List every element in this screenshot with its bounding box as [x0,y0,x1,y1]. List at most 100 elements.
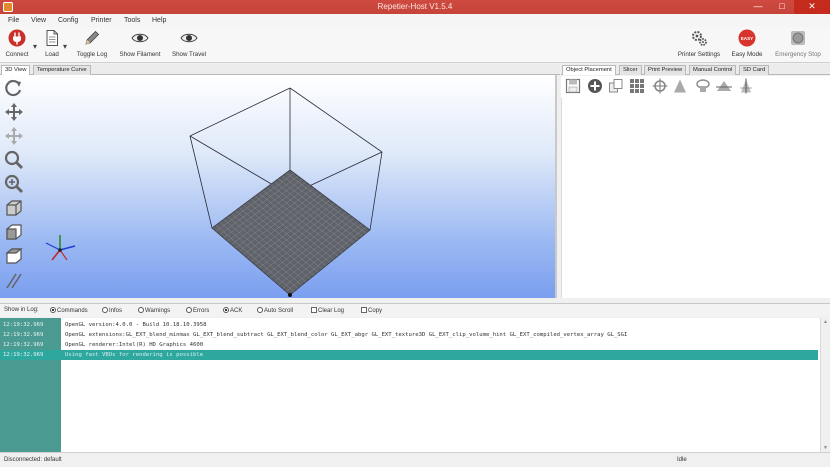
commands-radio-icon [50,307,56,313]
log-message: OpenGL version:4.0.0 - Build 10.18.10.39… [65,322,207,328]
menu-printer[interactable]: Printer [91,17,112,24]
menu-file[interactable]: File [8,17,19,24]
show-filament-button[interactable]: Show Filament [115,29,165,58]
connect-dropdown-icon[interactable]: ▾ [33,42,37,51]
copy-objects-icon[interactable] [608,78,624,94]
move-icon[interactable] [4,102,24,122]
connect-button[interactable]: Connect [2,29,32,58]
menu-view[interactable]: View [31,17,46,24]
menu-tools[interactable]: Tools [124,17,140,24]
tab-manual-control[interactable]: Manual Control [689,65,737,75]
scroll-down-icon[interactable]: ▼ [823,445,828,451]
load-button[interactable]: Load [40,29,64,58]
log-time: 12:19:32.969 [3,332,44,338]
power-plug-icon [8,29,26,47]
isometric-view-icon[interactable] [4,198,24,218]
tab-sd-card[interactable]: SD Card [739,65,770,75]
object-placement-toolbar [561,76,830,98]
log-scrollbar[interactable]: ▲ ▼ [820,318,830,452]
axes-gizmo [45,235,76,261]
save-icon[interactable] [565,78,581,94]
scroll-up-icon[interactable]: ▲ [823,319,828,325]
tab-object-placement[interactable]: Object Placement [562,65,616,75]
mirror-object-icon[interactable] [738,78,754,94]
log-message: OpenGL extensions:GL_EXT_blend_minmax GL… [65,332,628,338]
show-travel-label: Show Travel [171,51,207,58]
drop-object-icon[interactable] [672,78,688,94]
log-toolbar: Show in Log: Commands Infos Warnings Err… [0,303,830,317]
menu-help[interactable]: Help [152,17,166,24]
clear-log-label: Clear Log [318,308,345,314]
printer-settings-button[interactable]: Printer Settings [673,29,725,58]
cut-object-icon[interactable] [716,78,732,94]
printer-state: Idle [677,457,687,463]
connection-status: Disconnected: default [4,457,62,463]
pencil-icon [85,30,100,45]
menu-bar: File View Config Printer Tools Help [0,14,830,27]
show-filament-label: Show Filament [119,51,161,58]
easy-badge-text: EASY [741,36,754,41]
top-view-icon[interactable] [4,246,24,266]
commands-filter[interactable]: Commands [50,307,88,314]
add-object-icon[interactable] [587,78,603,94]
object-list-panel[interactable] [561,98,830,298]
tab-slicer[interactable]: Slicer [619,65,642,75]
easy-mode-icon: EASY [738,29,756,47]
ack-filter[interactable]: ACK [223,307,242,314]
tab-temperature-curve[interactable]: Temperature Curve [33,65,91,75]
connect-label: Connect [5,51,29,58]
load-label: Load [45,51,59,58]
warnings-radio-icon [138,307,144,313]
infos-label: Infos [109,308,123,314]
errors-filter[interactable]: Errors [186,307,209,314]
zoom-icon[interactable] [4,150,24,170]
fit-zoom-icon[interactable] [4,174,24,194]
copy-button[interactable]: Copy [361,307,382,314]
move-object-icon[interactable] [4,126,24,146]
infos-filter[interactable]: Infos [102,307,122,314]
clear-log-button[interactable]: Clear Log [311,307,344,314]
auto-scroll-radio-icon [257,307,263,313]
3d-scene [45,87,383,297]
right-tabs: Object Placement Slicer Print Preview Ma… [561,64,830,75]
toggle-log-label: Toggle Log [76,51,108,58]
copy-label: Copy [368,308,383,314]
close-button[interactable]: ✕ [794,0,830,14]
tab-3d-view[interactable]: 3D View [1,65,31,75]
log-message: Using fast VBOs for rendering is possibl… [65,352,204,358]
easy-mode-button[interactable]: EASY Easy Mode [727,29,767,58]
rotate-icon[interactable] [4,78,24,98]
maximize-button[interactable]: □ [770,0,794,14]
ack-radio-icon [223,307,229,313]
toolbar: Connect ▾ Load ▾ Toggle Log Show Filamen… [0,27,830,63]
printer-settings-label: Printer Settings [677,51,721,58]
show-in-log-label: Show in Log: [4,307,39,313]
load-dropdown-icon[interactable]: ▾ [63,42,67,51]
scale-object-icon[interactable] [695,78,711,94]
warnings-label: Warnings [145,308,171,314]
autoposition-icon[interactable] [629,78,645,94]
errors-radio-icon [186,307,192,313]
3d-viewport[interactable] [0,75,557,298]
title-bar: Repetier-Host V1.5.4 — □ ✕ [0,0,830,14]
log-row: 12:19:32.969 OpenGL renderer:Intel(R) HD … [0,340,818,350]
emergency-stop-button[interactable]: Emergency Stop [769,29,827,58]
menu-config[interactable]: Config [58,17,78,24]
parallel-projection-icon[interactable] [4,271,24,291]
toggle-log-button[interactable]: Toggle Log [72,29,112,58]
auto-scroll-toggle[interactable]: Auto Scroll [257,307,293,314]
view-tabs: 3D View Temperature Curve [0,64,560,75]
log-message: OpenGL renderer:Intel(R) HD Graphics 460… [65,342,204,348]
tab-print-preview[interactable]: Print Preview [644,65,687,75]
show-travel-button[interactable]: Show Travel [167,29,211,58]
minimize-button[interactable]: — [746,0,770,14]
log-area[interactable]: 12:19:32.969 OpenGL version:4.0.0 - Build… [0,318,830,452]
log-time: 12:19:32.969 [3,322,44,328]
commands-label: Commands [57,308,88,314]
view-toolbar [1,75,27,298]
center-object-icon[interactable] [652,78,668,94]
status-bar: Disconnected: default Idle [0,452,830,467]
emergency-stop-label: Emergency Stop [775,51,821,58]
warnings-filter[interactable]: Warnings [138,307,170,314]
front-view-icon[interactable] [4,222,24,242]
